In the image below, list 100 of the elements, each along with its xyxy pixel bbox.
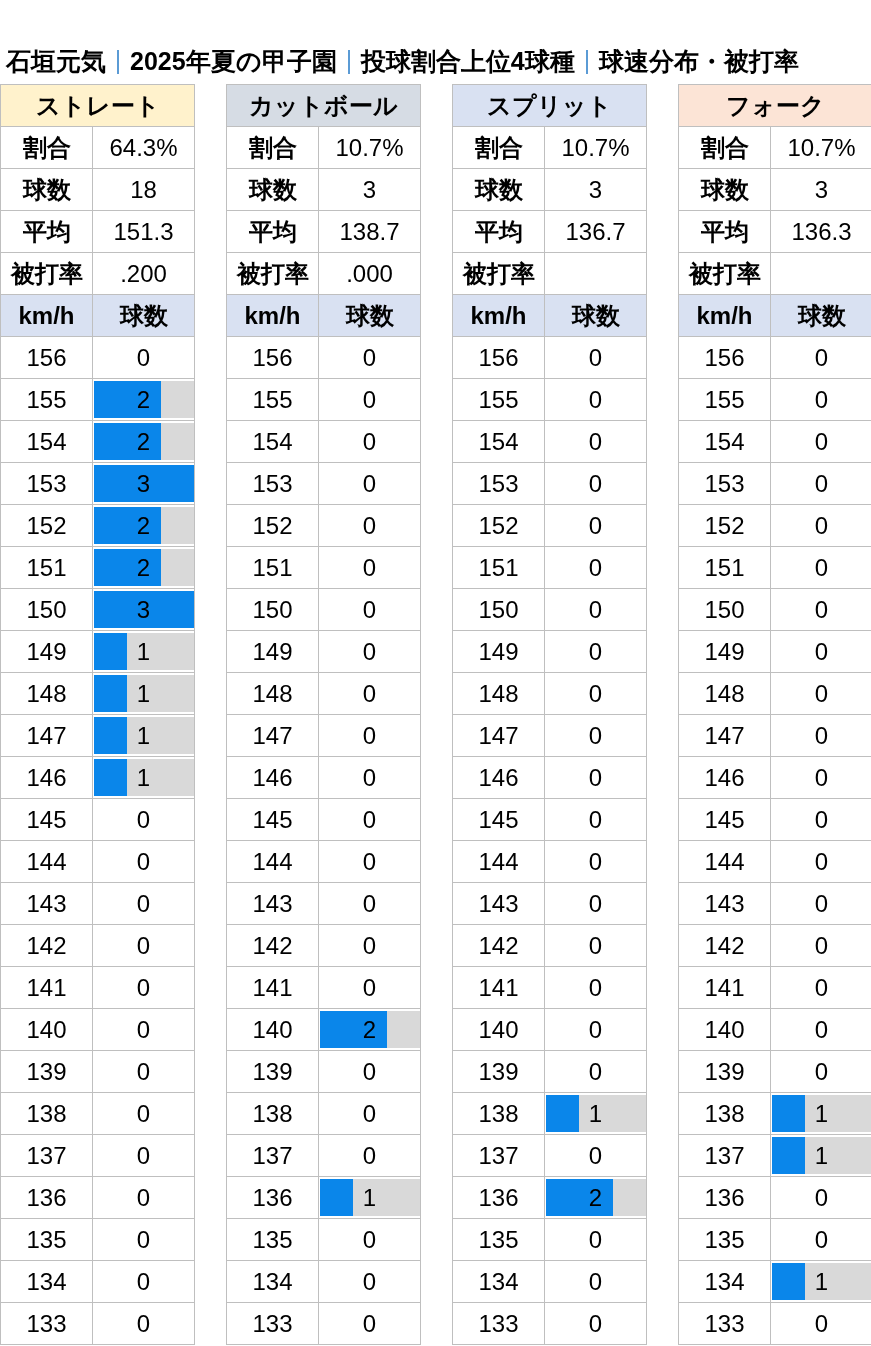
column-header: 球数 — [544, 294, 647, 337]
table-cell: 154 — [678, 420, 771, 463]
table-cell: 147 — [678, 714, 771, 757]
table-cell: 143 — [452, 882, 545, 925]
stat-label: 平均 — [0, 210, 93, 253]
table-cell: 140 — [452, 1008, 545, 1051]
count-text: 0 — [136, 847, 151, 875]
table-cell: 154 — [452, 420, 545, 463]
count-text: 0 — [814, 847, 829, 875]
table-cell: 136 — [678, 1176, 771, 1219]
count-text: 1 — [362, 1183, 377, 1211]
table-cell: 141 — [226, 966, 319, 1009]
stat-value: .000 — [318, 252, 421, 295]
table-cell: 146 — [0, 756, 93, 799]
count-text: 0 — [136, 1309, 151, 1337]
table-cell: 137 — [0, 1134, 93, 1177]
count-text: 2 — [588, 1183, 603, 1211]
table-cell: 139 — [678, 1050, 771, 1093]
table-cell: 142 — [452, 924, 545, 967]
count-text: 0 — [136, 931, 151, 959]
table-cell: 151 — [226, 546, 319, 589]
table-cell: 145 — [452, 798, 545, 841]
count-text: 0 — [362, 931, 377, 959]
count-text: 0 — [814, 1225, 829, 1253]
count-text: 0 — [588, 1225, 603, 1253]
table-cell: 153 — [226, 462, 319, 505]
table-cell: 149 — [0, 630, 93, 673]
count-text: 0 — [136, 1099, 151, 1127]
table-cell: 152 — [678, 504, 771, 547]
count-text: 0 — [362, 1057, 377, 1085]
count-text: 0 — [588, 1267, 603, 1295]
table-cell: 138 — [226, 1092, 319, 1135]
table-cell: 146 — [226, 756, 319, 799]
table-cell: 149 — [452, 630, 545, 673]
count-text: 0 — [814, 469, 829, 497]
stat-value: .200 — [92, 252, 195, 295]
count-text: 0 — [814, 1015, 829, 1043]
table-cell: 148 — [0, 672, 93, 715]
table-cell: 140 — [0, 1008, 93, 1051]
count-text: 2 — [136, 427, 151, 455]
stat-value: 64.3% — [92, 126, 195, 169]
table-cell: 139 — [226, 1050, 319, 1093]
stat-label: 球数 — [678, 168, 771, 211]
count-text: 0 — [136, 1225, 151, 1253]
table-cell: 133 — [452, 1302, 545, 1345]
count-text: 0 — [814, 427, 829, 455]
stat-label: 平均 — [226, 210, 319, 253]
table-cell: 133 — [226, 1302, 319, 1345]
table-cell: 143 — [0, 882, 93, 925]
table-cell: 133 — [0, 1302, 93, 1345]
table-cell: 151 — [678, 546, 771, 589]
stat-label: 球数 — [452, 168, 545, 211]
stat-label: 被打率 — [0, 252, 93, 295]
count-text: 0 — [588, 637, 603, 665]
pitch-header: フォーク — [678, 84, 871, 127]
count-text: 1 — [814, 1267, 829, 1295]
count-text: 0 — [136, 343, 151, 371]
table-cell: 135 — [226, 1218, 319, 1261]
title-text: 石垣元気 — [6, 46, 106, 78]
table-cell: 155 — [452, 378, 545, 421]
pitch-header: ストレート — [0, 84, 195, 127]
count-text: 0 — [588, 1309, 603, 1337]
count-text: 0 — [362, 1225, 377, 1253]
table-cell: 153 — [452, 462, 545, 505]
table-cell: 135 — [0, 1218, 93, 1261]
stat-value: 18 — [92, 168, 195, 211]
count-text: 0 — [362, 637, 377, 665]
count-text: 0 — [362, 1141, 377, 1169]
table-cell: 144 — [452, 840, 545, 883]
column-header: 球数 — [770, 294, 871, 337]
table-cell: 142 — [226, 924, 319, 967]
count-text: 0 — [588, 973, 603, 1001]
count-text: 0 — [588, 553, 603, 581]
count-text: 0 — [362, 595, 377, 623]
count-text: 0 — [588, 511, 603, 539]
table-cell: 155 — [0, 378, 93, 421]
count-text: 0 — [814, 1183, 829, 1211]
count-text: 0 — [814, 721, 829, 749]
count-text: 0 — [362, 553, 377, 581]
count-text: 0 — [362, 427, 377, 455]
table-cell: 146 — [678, 756, 771, 799]
title-text: 2025年夏の甲子園 — [130, 46, 337, 78]
count-text: 0 — [588, 385, 603, 413]
stat-label: 球数 — [226, 168, 319, 211]
table-cell: 151 — [452, 546, 545, 589]
count-text: 0 — [362, 469, 377, 497]
table-cell: 152 — [226, 504, 319, 547]
stat-value: 3 — [544, 168, 647, 211]
count-text: 0 — [588, 595, 603, 623]
count-text: 0 — [588, 1057, 603, 1085]
title-text: 投球割合上位4球種 — [360, 46, 575, 78]
table-cell: 141 — [678, 966, 771, 1009]
pitch-header: カットボール — [226, 84, 421, 127]
table-cell: 147 — [0, 714, 93, 757]
table-cell: 156 — [0, 336, 93, 379]
count-text: 0 — [136, 1057, 151, 1085]
table-cell: 150 — [226, 588, 319, 631]
column-header: km/h — [226, 294, 319, 337]
table-cell: 144 — [678, 840, 771, 883]
table-cell: 143 — [226, 882, 319, 925]
